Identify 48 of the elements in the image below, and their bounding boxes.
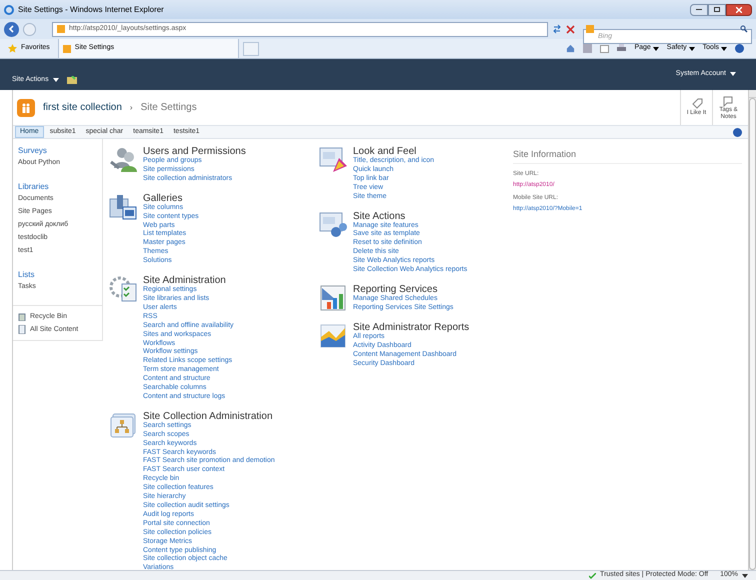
- caret-icon: [688, 46, 695, 50]
- printer-icon[interactable]: [617, 44, 626, 53]
- search-icon[interactable]: [740, 24, 748, 32]
- caret-icon: [742, 574, 748, 578]
- gears-icon: [319, 210, 349, 239]
- star-icon: [8, 44, 17, 53]
- close-icon: [736, 6, 742, 12]
- people-icon: [109, 146, 139, 174]
- gear-checklist-icon: [109, 275, 139, 304]
- scrollbar[interactable]: [748, 90, 756, 570]
- window-title: Site Settings - Windows Internet Explorer: [18, 4, 164, 16]
- nav-heading-link[interactable]: Lists: [18, 269, 102, 280]
- site-logo: [17, 98, 35, 116]
- page-title: Site Settings: [140, 101, 197, 115]
- tag-icon: [690, 98, 702, 110]
- nav-heading-link[interactable]: Surveys: [18, 145, 102, 156]
- stop-button[interactable]: [566, 24, 575, 34]
- site-info-heading: Site Information: [513, 148, 742, 164]
- notes-icon: [722, 94, 734, 106]
- section-heading: Site Administrator Reports: [353, 322, 470, 333]
- color-palette-icon: [319, 146, 349, 174]
- search-provider-icon: [586, 24, 594, 32]
- section-heading: Site Collection Administration: [143, 410, 274, 422]
- section-heading: Site Actions: [353, 210, 406, 222]
- minimize-button[interactable]: [690, 4, 708, 16]
- recycle-bin-icon: [18, 312, 26, 321]
- folder-icon[interactable]: [66, 76, 77, 84]
- section-heading: Users and Permissions: [143, 146, 246, 157]
- caret-icon: [652, 46, 659, 50]
- section-heading: Reporting Services: [353, 284, 438, 295]
- maximize-button[interactable]: [708, 4, 726, 16]
- caret-icon: [721, 46, 727, 50]
- caret-icon: [730, 72, 736, 76]
- site-title-link[interactable]: first site collection: [43, 100, 122, 115]
- back-button[interactable]: [4, 22, 19, 36]
- breadcrumb-separator: ›: [130, 102, 133, 114]
- document-icon: [18, 325, 26, 334]
- home-icon[interactable]: [566, 44, 576, 53]
- check-icon: [589, 572, 596, 578]
- refresh-button[interactable]: [552, 24, 562, 34]
- section-heading: Look and Feel: [353, 146, 416, 157]
- gallery-icon: [109, 192, 139, 221]
- caret-icon: [52, 78, 59, 82]
- nav-heading-link[interactable]: Libraries: [18, 181, 102, 192]
- section-heading: Galleries: [143, 192, 182, 204]
- section-heading: Site Administration: [143, 275, 227, 286]
- close-button[interactable]: [726, 4, 752, 16]
- browser-icon: [4, 4, 14, 14]
